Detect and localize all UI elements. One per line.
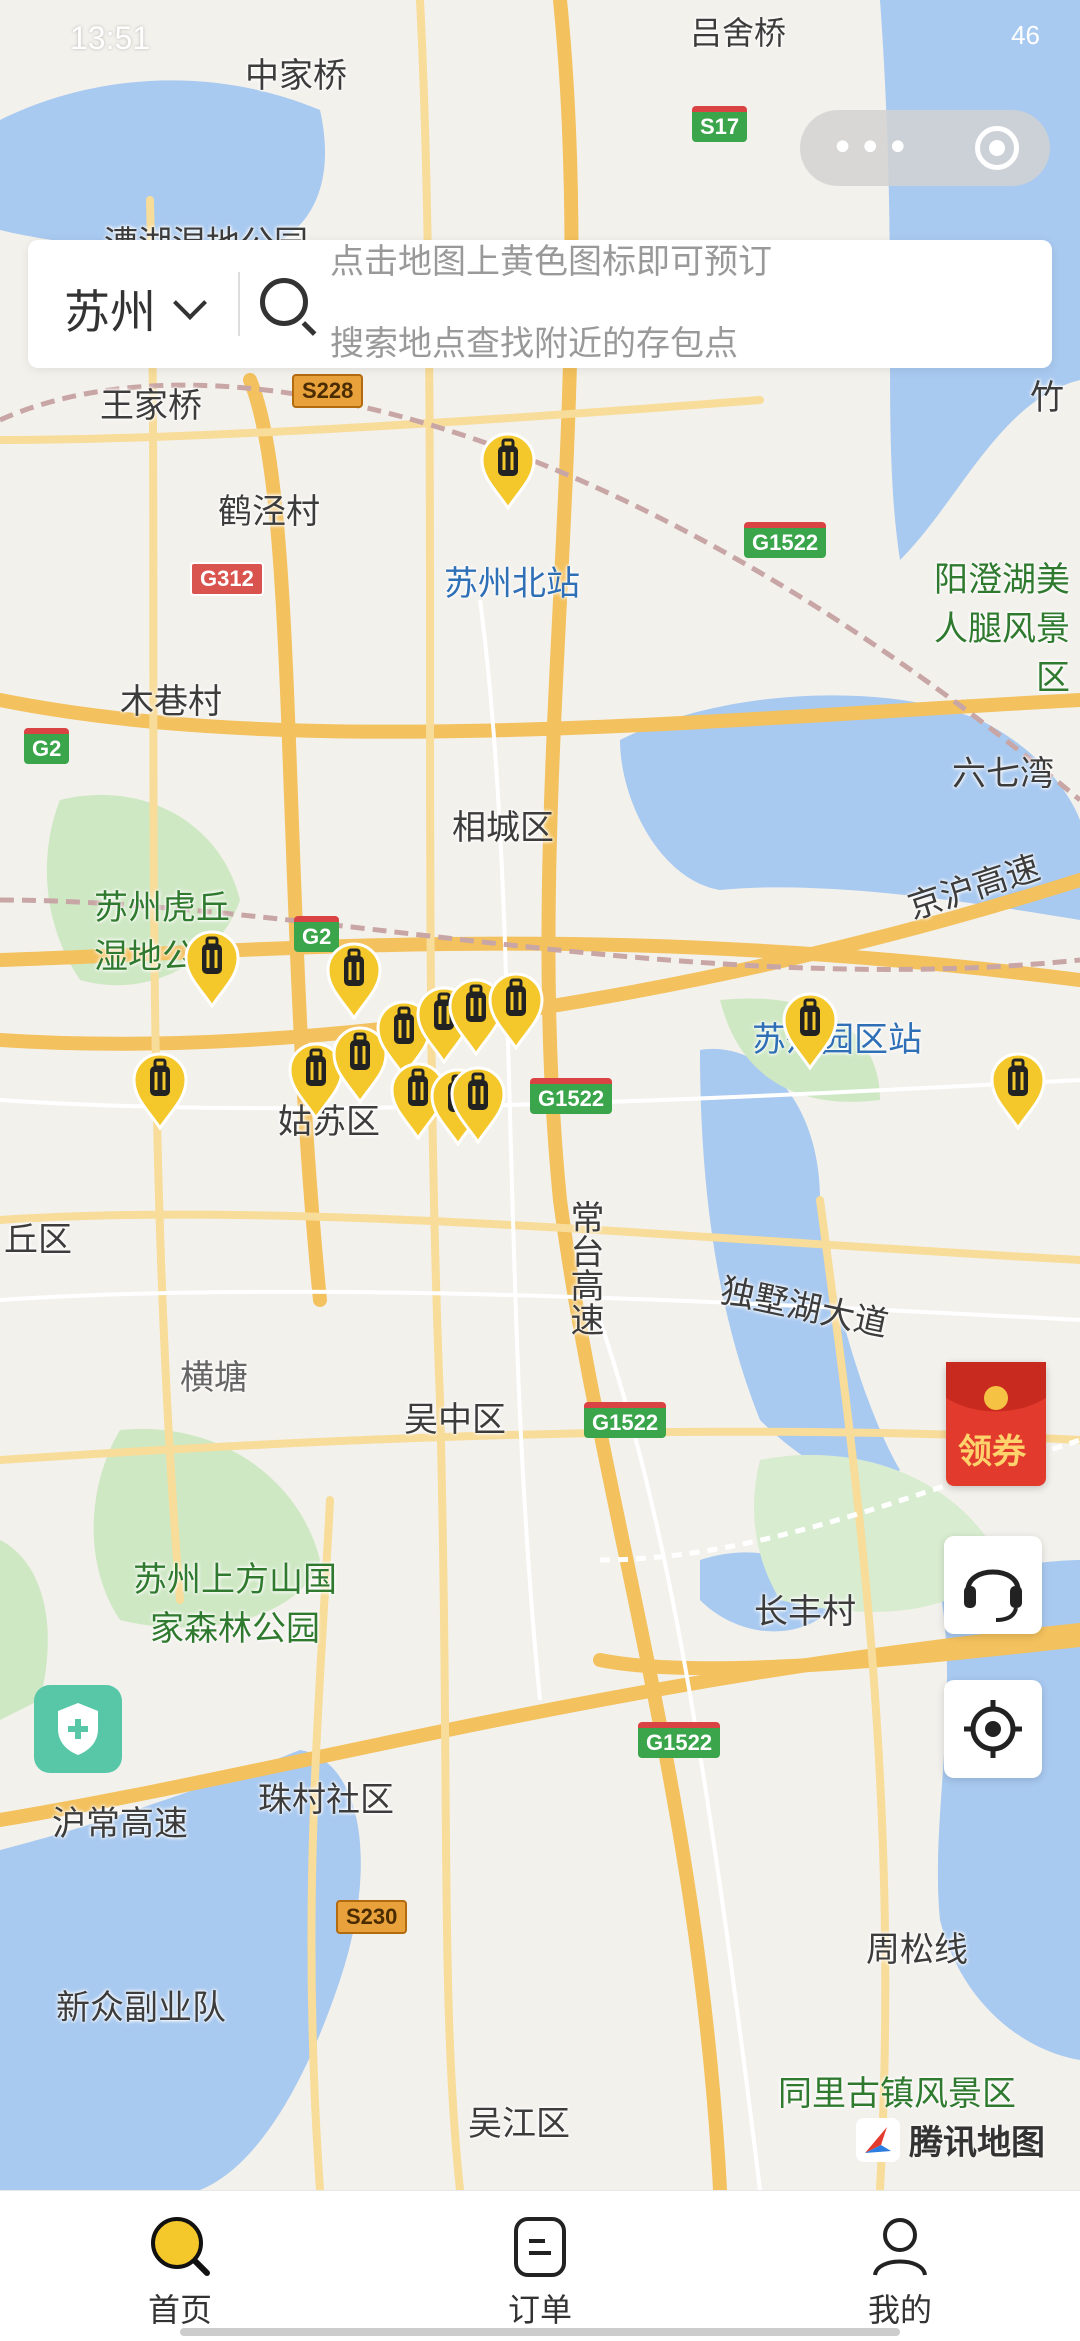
battery-indicator: 46: [1011, 20, 1040, 50]
tencent-map-label: 腾讯地图: [909, 2123, 1045, 2163]
road-badge-s17: S17: [692, 106, 748, 142]
storage-point-marker[interactable]: [780, 990, 840, 1071]
bottom-tab-bar: 首页 订单 我的: [0, 2190, 1080, 2341]
status-time: 13:51: [70, 20, 151, 56]
tab-home[interactable]: 首页: [0, 2191, 360, 2341]
road-badge-g312: G312: [190, 562, 264, 596]
map-label-tongli: 同里古镇风景区: [778, 2074, 1016, 2114]
search-hint-line1: 点击地图上黄色图标即可预订: [330, 242, 772, 282]
storage-point-marker[interactable]: [478, 430, 538, 511]
map-label-liuqiwan: 六七湾: [952, 754, 1054, 794]
customer-service-button[interactable]: [944, 1536, 1042, 1634]
storage-point-marker[interactable]: [130, 1050, 190, 1131]
shield-plus-icon: [58, 1703, 98, 1755]
storage-point-marker[interactable]: [988, 1050, 1048, 1131]
map-label-changtai: 常台高速: [564, 1200, 604, 1336]
search-bar[interactable]: 苏州 点击地图上黄色图标即可预订 搜索地点查找附近的存包点: [28, 240, 1052, 368]
map-label-zhu: 竹: [1030, 378, 1064, 418]
tab-orders[interactable]: 订单: [360, 2191, 720, 2341]
miniprogram-capsule[interactable]: •••: [800, 110, 1050, 186]
close-miniprogram-icon[interactable]: [975, 126, 1020, 170]
map-label-shangfangshan: 苏州上方山国家森林公园: [133, 1560, 337, 1649]
home-search-icon: [151, 2217, 210, 2276]
storage-point-marker[interactable]: [486, 970, 546, 1051]
road-badge-g1522-north: G1522: [744, 522, 827, 558]
city-name: 苏州: [64, 285, 156, 339]
status-bar: 13:51 46: [0, 0, 1080, 70]
profile-icon: [873, 2218, 927, 2276]
order-icon: [514, 2217, 566, 2277]
map-label-zhousong: 周松线: [866, 1930, 968, 1970]
map-label-qiu: 丘区: [4, 1220, 72, 1260]
coupon-button[interactable]: 领券: [946, 1362, 1046, 1486]
map-label-suzhou-north: 苏州北站: [444, 564, 580, 604]
map-label-wangjia: 王家桥: [100, 386, 202, 426]
storage-point-marker[interactable]: [182, 928, 242, 1009]
road-badge-g1522-south: G1522: [584, 1402, 667, 1438]
divider: [238, 272, 240, 336]
more-icon[interactable]: •••: [831, 125, 914, 171]
road-badge-s230: S230: [336, 1900, 408, 1934]
home-indicator: [180, 2328, 900, 2336]
safety-shield-button[interactable]: [34, 1685, 122, 1773]
headset-icon: [964, 1569, 1022, 1622]
road-badge-g1522-far-south: G1522: [638, 1722, 721, 1758]
road-badge-g1522-center: G1522: [530, 1078, 613, 1114]
compass-logo-icon: [856, 2117, 900, 2162]
storage-point-marker[interactable]: [448, 1064, 508, 1145]
map-label-muxiang: 木巷村: [120, 682, 222, 722]
map-label-hengtang: 横塘: [180, 1358, 248, 1398]
search-icon: [260, 278, 308, 326]
coupon-badge-icon: [946, 1362, 1046, 1412]
tab-label-profile: 我的: [867, 2291, 932, 2329]
search-hint-line2: 搜索地点查找附近的存包点: [330, 324, 738, 364]
coupon-label: 领券: [958, 1432, 1026, 1472]
road-badge-s228: S228: [292, 374, 364, 408]
tab-profile[interactable]: 我的: [720, 2191, 1080, 2341]
map-label-changfeng: 长丰村: [754, 1592, 856, 1632]
tencent-map-logo: 腾讯地图: [855, 2115, 1045, 2164]
map-label-zhucun: 珠村社区: [258, 1780, 394, 1820]
chevron-down-icon: [173, 286, 207, 320]
map-label-yangcheng: 阳澄湖美人腿风景区: [934, 560, 1070, 698]
map-label-hejing: 鹤泾村: [218, 492, 320, 532]
road-badge-g2-west: G2: [24, 728, 70, 764]
tab-label-home: 首页: [147, 2291, 212, 2329]
tab-label-orders: 订单: [507, 2291, 572, 2329]
map-label-wuzhong: 吴中区: [404, 1400, 506, 1440]
map-label-wujiang: 吴江区: [468, 2104, 570, 2144]
city-selector[interactable]: 苏州: [64, 276, 207, 342]
map-label-huchang: 沪常高速: [52, 1804, 188, 1844]
map-label-xiangcheng: 相城区: [452, 808, 554, 848]
map-label-xinzhong: 新众副业队: [56, 1988, 226, 2028]
locate-button[interactable]: [944, 1680, 1042, 1778]
locate-icon: [964, 1700, 1022, 1758]
